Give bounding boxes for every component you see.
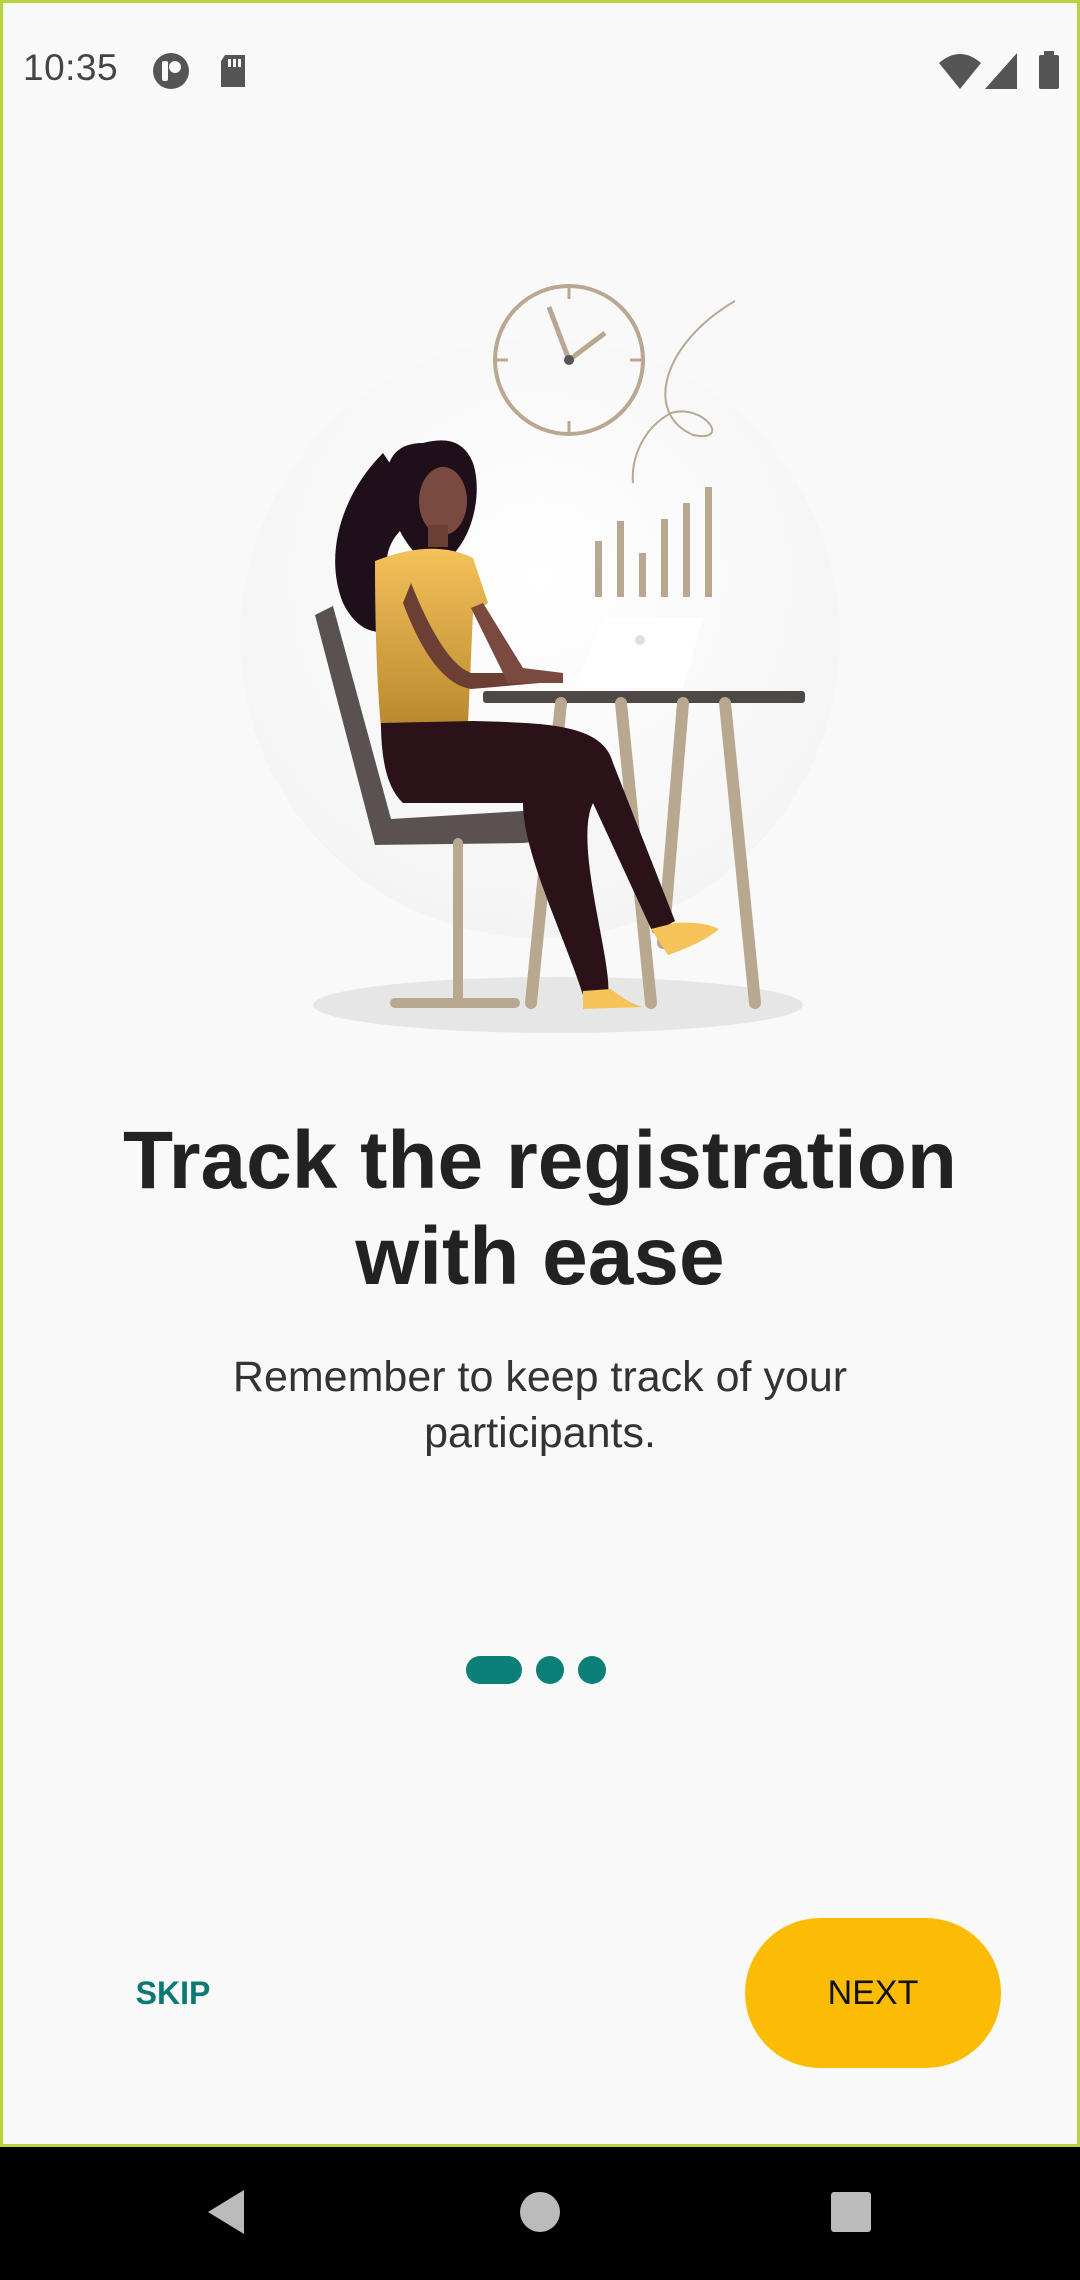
notification-app-icon bbox=[153, 53, 189, 89]
page-dot[interactable] bbox=[578, 1656, 606, 1684]
signal-icon bbox=[985, 53, 1017, 89]
status-time: 10:35 bbox=[23, 47, 119, 88]
status-bar: 10:35 bbox=[3, 3, 1077, 135]
page-indicator bbox=[466, 1655, 606, 1685]
home-icon[interactable] bbox=[514, 2182, 566, 2242]
title-line-1: Track the registration bbox=[123, 1115, 957, 1206]
back-icon[interactable] bbox=[200, 2182, 250, 2242]
recents-icon[interactable] bbox=[826, 2182, 876, 2242]
page-dot[interactable] bbox=[536, 1656, 564, 1684]
skip-button[interactable]: SKIP bbox=[113, 1953, 233, 2033]
system-nav-bar bbox=[0, 2147, 1080, 2280]
woman-at-laptop-illustration bbox=[240, 284, 840, 1033]
subtitle-line-1: Remember to keep track of your bbox=[232, 1353, 848, 1401]
sd-card-icon bbox=[221, 55, 245, 87]
next-button[interactable]: NEXT bbox=[745, 1918, 1001, 2068]
battery-icon bbox=[1039, 51, 1059, 89]
onboarding-subtitle: Remember to keep track of your participa… bbox=[143, 1349, 937, 1461]
title-line-2: with ease bbox=[355, 1211, 725, 1302]
onboarding-screen: 10:35 Track the registration with ease R… bbox=[0, 0, 1080, 2147]
onboarding-title: Track the registration with ease bbox=[63, 1113, 1017, 1305]
wifi-icon bbox=[939, 54, 981, 89]
subtitle-line-2: participants. bbox=[424, 1409, 656, 1457]
page-dot-active[interactable] bbox=[466, 1656, 522, 1684]
